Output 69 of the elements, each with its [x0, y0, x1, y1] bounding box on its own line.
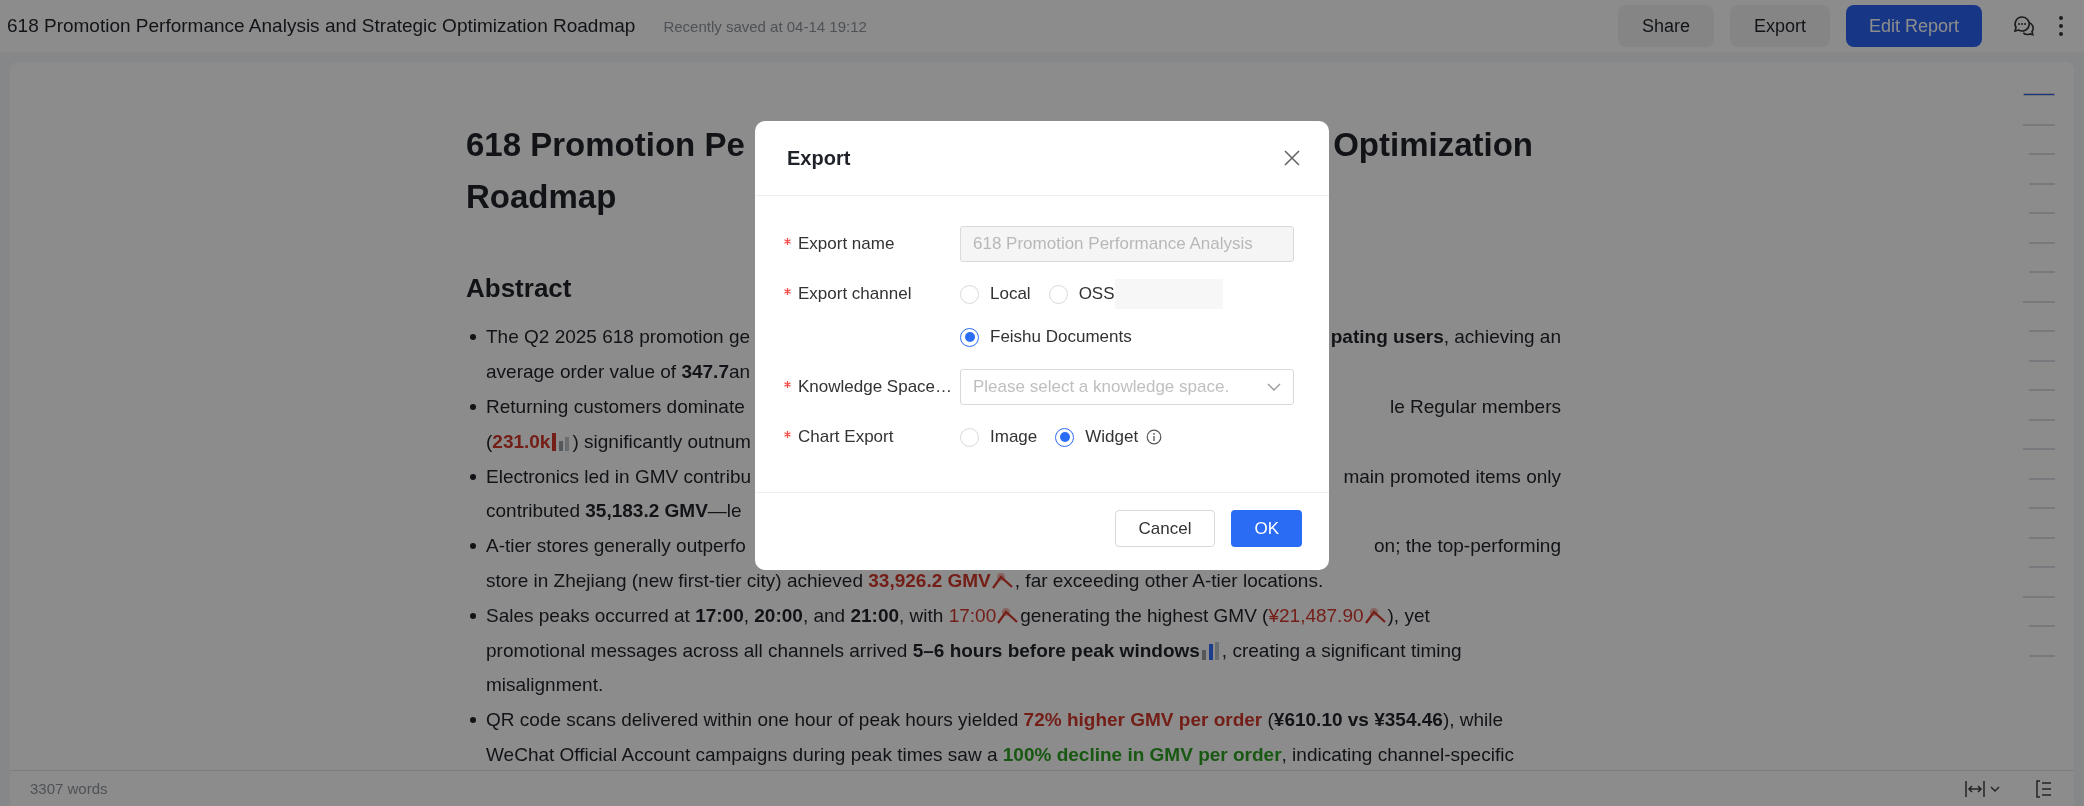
body-text: A-tier stores generally outperfo	[486, 535, 746, 558]
document-title: 618 Promotion Performance Analysis and Strategic Optimization Roadmap	[7, 15, 636, 37]
toolbar-button[interactable]: Export	[1729, 5, 1830, 47]
body-text: ¥21,487.90	[1268, 604, 1364, 627]
body-text: The Q2 2025 618 promotion ge	[486, 326, 751, 349]
body-text: main promoted items only	[1343, 465, 1561, 488]
dialog-title: Export	[787, 146, 851, 170]
toolbar-button[interactable]: Share	[1617, 5, 1714, 47]
body-text: Sales peaks occurred at 17:00, 20:00, and 21:00, with	[486, 604, 945, 627]
body-text: ) significantly outnum	[572, 430, 751, 453]
body-text: , indicating channel-specific	[1281, 743, 1514, 766]
more-icon[interactable]	[2058, 15, 2064, 37]
bar-chart-icon	[1200, 640, 1221, 661]
radio-option[interactable]: Feishu Documents	[960, 319, 1132, 355]
body-text: store in Zhejiang (new first-tier city) achieved	[486, 569, 864, 592]
body-text: Returning customers dominate	[486, 396, 745, 418]
radio-option[interactable]: Local	[960, 276, 1031, 312]
body-text: , far exceeding other A-tier locations.	[1014, 569, 1324, 592]
body-text: 100% decline in GMV per order	[1002, 743, 1282, 766]
dialog-button[interactable]: Cancel	[1114, 510, 1216, 547]
field-label: Export name	[798, 234, 895, 254]
body-text: le Regular members	[1389, 396, 1561, 418]
info-icon[interactable]	[1146, 429, 1163, 445]
field-label: Chart Export	[798, 427, 894, 447]
body-text: contributed 35,183.2 GMV—le	[486, 500, 742, 523]
section-heading: Abstract	[466, 273, 572, 303]
body-text: (¥610.10 vs ¥354.46), while	[1266, 709, 1504, 732]
body-text: 33,926.2 GMV	[868, 569, 991, 592]
bullet-dot	[470, 473, 476, 480]
bullet-dot	[470, 717, 476, 724]
body-text: QR code scans delivered within one hour of peak hours yielded	[486, 709, 1020, 732]
body-text: 17:00	[948, 604, 997, 627]
bullet-dot	[470, 543, 476, 550]
trend-icon	[1364, 606, 1387, 625]
body-text: 231.0k	[492, 430, 551, 453]
save-status: Recently saved at 04-14 19:12	[663, 17, 867, 35]
report-title: Roadmap	[466, 177, 617, 217]
bullet-dot	[470, 334, 476, 341]
body-text: Electronics led in GMV contribu	[486, 465, 752, 488]
chevron-down-icon	[1267, 383, 1281, 391]
body-text: generating the highest GMV (	[1020, 604, 1269, 627]
outline-toggle-icon[interactable]	[2034, 778, 2054, 799]
close-icon[interactable]	[1283, 149, 1301, 167]
bullet-dot	[470, 612, 476, 619]
body-text: pating users, achieving an	[1330, 326, 1561, 349]
dialog-button[interactable]: OK	[1231, 510, 1302, 547]
bullet-dot	[470, 404, 476, 410]
bar-chart-icon	[551, 431, 572, 452]
report-title: 618 Promotion Pe	[466, 125, 745, 165]
radio-option[interactable]: OSS	[1048, 276, 1115, 312]
body-text: promotional messages across all channels arrived 5–6 hours before peak windows	[486, 639, 1200, 662]
body-text: (	[486, 430, 493, 453]
body-text: 72% higher GMV per order	[1023, 709, 1263, 732]
report-title: Optimization	[1333, 125, 1533, 165]
word-count: 3307 words	[30, 780, 108, 797]
body-text: misalignment.	[486, 674, 604, 697]
trend-icon	[997, 606, 1020, 625]
trend-icon	[991, 571, 1014, 590]
body-text: average order value of 347.7an	[486, 361, 751, 384]
radio-option[interactable]: Image	[960, 419, 1038, 455]
field-label: Knowledge Space…	[798, 377, 953, 397]
radio-option[interactable]: Widget	[1055, 419, 1139, 455]
comments-icon[interactable]	[2012, 14, 2036, 38]
body-text: ), yet	[1387, 604, 1430, 627]
body-text: , creating a significant timing	[1221, 639, 1462, 662]
field-label: Export channel	[798, 284, 912, 304]
body-text: on; the top-performing	[1374, 535, 1561, 558]
body-text: WeChat Official Account campaigns during peak times saw a	[486, 743, 999, 766]
outline-item[interactable]	[2023, 93, 2055, 96]
